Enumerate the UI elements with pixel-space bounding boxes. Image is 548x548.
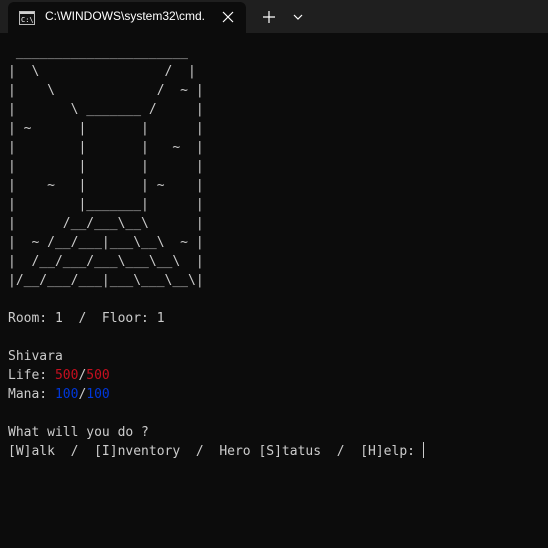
life-label: Life: <box>8 368 55 383</box>
close-icon[interactable] <box>220 9 236 25</box>
action-options: [W]alk / [I]nventory / Hero [S]tatus / [… <box>8 444 423 459</box>
life-line: Life: 500/500 <box>8 366 543 385</box>
console-output[interactable]: ______________________ | \ / | | \ / ~ |… <box>8 43 543 543</box>
mana-current: 100 <box>54 387 79 402</box>
chevron-down-icon[interactable] <box>290 9 306 25</box>
life-max: 500 <box>86 368 110 383</box>
terminal-window: C:\ C:\WINDOWS\system32\cmd. ___________… <box>0 0 548 548</box>
action-prompt[interactable]: [W]alk / [I]nventory / Hero [S]tatus / [… <box>8 442 543 461</box>
tab-title: C:\WINDOWS\system32\cmd. <box>45 9 206 23</box>
mana-label: Mana: <box>8 387 55 402</box>
action-question: What will you do ? <box>8 425 149 440</box>
text-cursor <box>422 442 424 458</box>
plus-icon[interactable] <box>259 7 279 27</box>
cmd-prompt-icon: C:\ <box>19 11 35 25</box>
terminal-tab[interactable]: C:\ C:\WINDOWS\system32\cmd. <box>8 2 246 33</box>
mana-max: 100 <box>86 387 110 402</box>
life-current: 500 <box>54 368 79 383</box>
tower-ascii-art: ______________________ | \ / | | \ / ~ |… <box>8 45 204 288</box>
mana-line: Mana: 100/100 <box>8 385 543 404</box>
title-bar: C:\ C:\WINDOWS\system32\cmd. <box>0 0 548 33</box>
room-floor-line: Room: 1 / Floor: 1 <box>8 311 165 326</box>
hero-name: Shivara <box>8 349 63 364</box>
svg-text:C:\: C:\ <box>21 16 34 24</box>
